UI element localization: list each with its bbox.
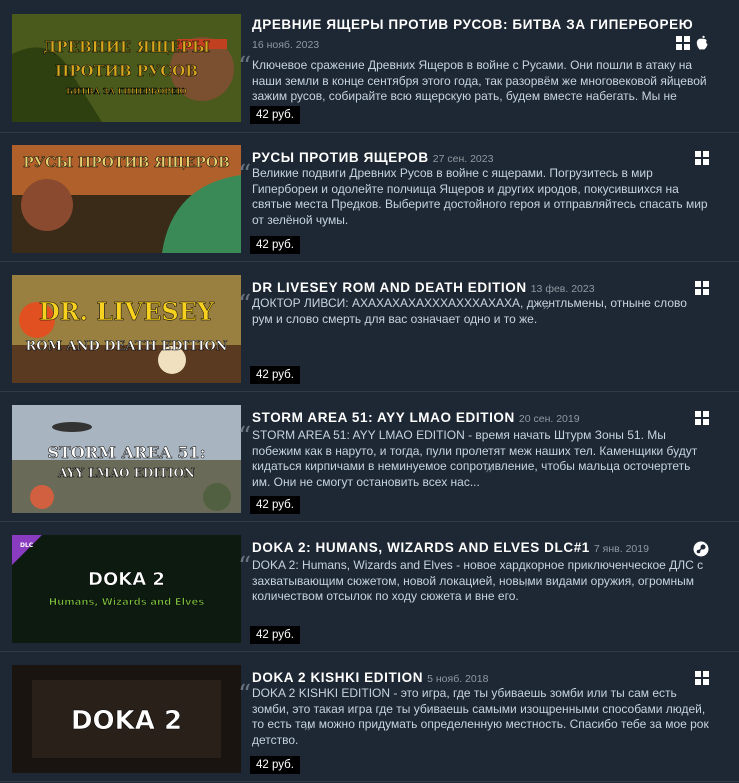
capsule-art-text: DOKA 2 <box>71 706 182 736</box>
steam-icon <box>693 541 709 557</box>
game-row[interactable]: РУСЫ ПРОТИВ ЯЩЕРОВ 42 руб. РУСЫ ПРОТИВ ЯЩЕ… <box>0 133 739 262</box>
open-quote-icon: “ <box>238 290 252 320</box>
platform-icons <box>693 541 709 557</box>
capsule-art-text: DOKA 2 <box>88 569 165 590</box>
capsule-art-text: БИТВА ЗА ГИПЕРБОРЕЮ <box>66 86 186 96</box>
close-quote-icon: ” <box>348 202 362 222</box>
open-quote-icon: “ <box>238 422 252 452</box>
open-quote-icon: “ <box>238 552 252 582</box>
game-header[interactable]: РУСЫ ПРОТИВ ЯЩЕРОВ 27 сен. 2023 <box>252 149 699 167</box>
game-description: DOKA 2 KISHKI EDITION - это игра, где ты… <box>252 686 710 748</box>
capsule-art-text: ROM AND DEATH EDITION <box>25 339 227 354</box>
game-capsule-image[interactable]: DOKA 2 <box>12 665 241 773</box>
game-capsule-image[interactable]: DR. LIVESEY ROM AND DEATH EDITION <box>12 275 241 383</box>
close-quote-icon: ” <box>479 464 494 484</box>
game-title[interactable]: РУСЫ ПРОТИВ ЯЩЕРОВ <box>252 150 429 165</box>
release-date: 7 янв. 2019 <box>593 543 649 555</box>
game-title[interactable]: DR LIVESEY ROM AND DEATH EDITION <box>252 280 527 295</box>
description-text: DOKA 2 KISHKI EDITION - это игра, где ты… <box>252 686 709 747</box>
platform-icons <box>676 35 709 50</box>
game-title[interactable]: DOKA 2: HUMANS, WIZARDS AND ELVES DLC#1 <box>252 540 590 555</box>
description-text: ДОКТОР ЛИВСИ: АХАХАХАХАХХХАХХХАХАХА, дже… <box>252 296 687 326</box>
game-header[interactable]: DOKA 2: HUMANS, WIZARDS AND ELVES DLC#1 7… <box>252 539 699 557</box>
capsule-art: STORM AREA 51: AYY LMAO EDITION <box>12 405 241 513</box>
capsule-art: DR. LIVESEY ROM AND DEATH EDITION <box>12 275 241 383</box>
release-date: 5 нояб. 2018 <box>427 673 489 685</box>
windows-icon <box>695 671 709 685</box>
game-row[interactable]: ДРЕВНИЕ ЯЩЕРЫ ПРОТИВ РУСОВ БИТВА ЗА ГИПЕРБ… <box>0 0 739 133</box>
capsule-art: DOKA 2 <box>12 665 241 773</box>
capsule-art-text: РУСЫ ПРОТИВ ЯЩЕРОВ <box>23 155 230 171</box>
game-row[interactable]: DOKA 2 42 руб. DOKA 2 KISHKI EDITION 5 нояб… <box>0 653 739 782</box>
close-quote-icon: ” <box>298 722 312 742</box>
open-quote-icon: “ <box>238 680 252 710</box>
capsule-art: DOKA 2 Humans, Wizards and Elves DLC <box>12 535 241 643</box>
game-capsule-image[interactable]: ДРЕВНИЕ ЯЩЕРЫ ПРОТИВ РУСОВ БИТВА ЗА ГИПЕРБ… <box>12 14 241 122</box>
game-header[interactable]: DR LIVESEY ROM AND DEATH EDITION 13 фев. … <box>252 279 699 297</box>
game-description: Великие подвиги Древних Русов в войне с … <box>252 166 710 228</box>
game-title[interactable]: ДРЕВНИЕ ЯЩЕРЫ ПРОТИВ РУСОВ: БИТВА ЗА ГИП… <box>252 17 693 32</box>
capsule-art-text: DR. LIVESEY <box>39 297 215 326</box>
game-row[interactable]: STORM AREA 51: AYY LMAO EDITION 42 руб. STO… <box>0 393 739 522</box>
price-label: 42 руб. <box>250 106 300 124</box>
capsule-art-text: ПРОТИВ РУСОВ <box>55 62 198 80</box>
game-list: ДРЕВНИЕ ЯЩЕРЫ ПРОТИВ РУСОВ БИТВА ЗА ГИПЕРБ… <box>0 0 739 783</box>
description-text: DOKA 2: Humans, Wizards and Elves - ново… <box>252 558 704 603</box>
close-quote-icon: ” <box>537 301 551 321</box>
game-description: STORM AREA 51: AYY LMAO EDITION - время … <box>252 428 710 490</box>
price-label: 42 руб. <box>250 366 300 384</box>
windows-icon <box>695 411 709 425</box>
game-header[interactable]: STORM AREA 51: AYY LMAO EDITION 20 сен. 2… <box>252 409 699 427</box>
price-label: 42 руб. <box>250 756 300 774</box>
game-description: Ключевое сражение Древних Ящеров в войне… <box>252 58 710 105</box>
platform-icons <box>695 281 709 295</box>
description-text: STORM AREA 51: AYY LMAO EDITION - время … <box>252 428 698 489</box>
apple-icon <box>696 35 708 50</box>
capsule-art-text: STORM AREA 51: <box>47 443 205 462</box>
game-header[interactable]: DOKA 2 KISHKI EDITION 5 нояб. 2018 <box>252 669 699 687</box>
close-quote-icon: ” <box>518 579 532 598</box>
capsule-art: РУСЫ ПРОТИВ ЯЩЕРОВ <box>12 145 241 253</box>
open-quote-icon: “ <box>238 52 252 82</box>
description-text: Великие подвиги Древних Русов в войне с … <box>252 166 708 227</box>
windows-icon <box>695 151 709 165</box>
open-quote-icon: “ <box>238 160 252 190</box>
platform-icons <box>695 151 709 165</box>
price-label: 42 руб. <box>250 236 300 254</box>
game-title[interactable]: DOKA 2 KISHKI EDITION <box>252 670 423 685</box>
price-label: 42 руб. <box>250 496 300 514</box>
release-date: 20 сен. 2019 <box>518 413 580 425</box>
capsule-art-text: AYY LMAO EDITION <box>57 466 195 480</box>
game-capsule-image[interactable]: STORM AREA 51: AYY LMAO EDITION <box>12 405 241 513</box>
game-row[interactable]: DR. LIVESEY ROM AND DEATH EDITION 42 руб. D… <box>0 263 739 392</box>
release-date: 27 сен. 2023 <box>432 153 494 165</box>
game-description: DOKA 2: Humans, Wizards and Elves - ново… <box>252 558 710 605</box>
release-date: 16 нояб. 2023 <box>252 39 320 51</box>
description-text: Ключевое сражение Древних Ящеров в войне… <box>252 58 707 103</box>
capsule-art: ДРЕВНИЕ ЯЩЕРЫ ПРОТИВ РУСОВ БИТВА ЗА ГИПЕРБ… <box>12 14 241 122</box>
platform-icons <box>695 411 709 425</box>
game-description: ДОКТОР ЛИВСИ: АХАХАХАХАХХХАХХХАХАХА, дже… <box>252 296 710 327</box>
capsule-art-text: ДРЕВНИЕ ЯЩЕРЫ <box>43 38 210 56</box>
game-row[interactable]: DOKA 2 Humans, Wizards and Elves DLC 42 руб… <box>0 523 739 652</box>
game-title[interactable]: STORM AREA 51: AYY LMAO EDITION <box>252 410 515 425</box>
capsule-art-text: Humans, Wizards and Elves <box>49 597 205 608</box>
price-label: 42 руб. <box>250 626 300 644</box>
windows-icon <box>676 35 690 50</box>
dlc-badge: DLC <box>20 542 34 549</box>
windows-icon <box>695 281 709 295</box>
game-capsule-image[interactable]: РУСЫ ПРОТИВ ЯЩЕРОВ <box>12 145 241 253</box>
platform-icons <box>695 671 709 685</box>
game-header[interactable]: ДРЕВНИЕ ЯЩЕРЫ ПРОТИВ РУСОВ: БИТВА ЗА ГИП… <box>252 16 699 34</box>
game-capsule-image[interactable]: DOKA 2 Humans, Wizards and Elves DLC <box>12 535 241 643</box>
release-date: 13 фев. 2023 <box>530 283 595 295</box>
